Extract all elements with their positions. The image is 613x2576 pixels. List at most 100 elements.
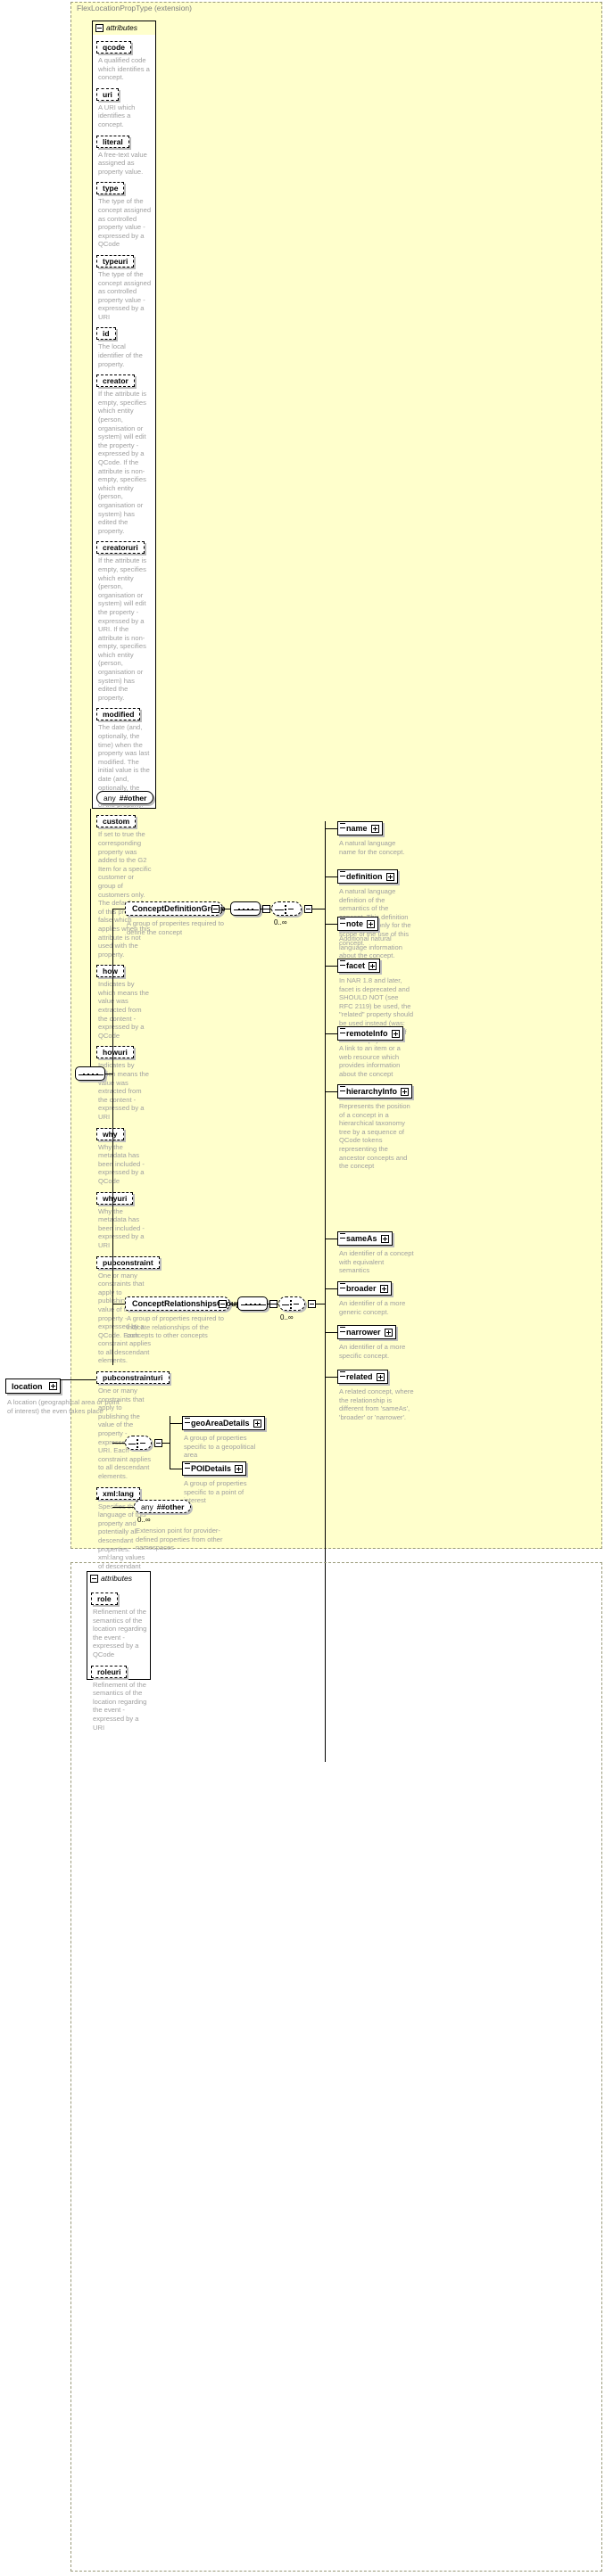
attributes-tab-label: attributes <box>106 23 137 32</box>
element-description-narrower: An identifier of a more specific concept… <box>339 1343 406 1360</box>
attribute-typeuri[interactable]: typeuri <box>96 254 135 267</box>
attribute-description-creator: If the attribute is empty, specifies whi… <box>98 390 147 535</box>
attribute-label: how <box>103 967 118 976</box>
element-label: POIDetails <box>191 1464 232 1473</box>
attribute-modified[interactable]: modified <box>96 708 141 721</box>
attribute-id[interactable]: id <box>96 327 116 341</box>
expand-icon[interactable] <box>385 872 394 881</box>
element-remoteInfo[interactable]: remoteInfo <box>337 1026 403 1041</box>
sequence-compositor-main[interactable] <box>75 1066 105 1081</box>
connector-note <box>325 924 337 925</box>
attribute-uri[interactable]: uri <box>96 87 119 101</box>
element-label: sameAs <box>346 1234 377 1243</box>
expand-icon[interactable] <box>380 1234 389 1243</box>
element-geoAreaDetails[interactable]: geoAreaDetails <box>182 1416 265 1430</box>
element-note[interactable]: note <box>337 917 378 931</box>
connector-broader <box>325 1288 337 1289</box>
element-location-label: location <box>12 1381 43 1391</box>
details-choice-minus-icon[interactable] <box>154 1439 162 1447</box>
expand-icon[interactable] <box>369 961 377 970</box>
connector-main-in <box>132 1379 133 1380</box>
element-definition[interactable]: definition <box>337 869 398 884</box>
collapse-icon[interactable] <box>49 1382 57 1390</box>
bottom-attribute-roleuri[interactable]: roleuri <box>91 1665 128 1678</box>
attribute-description-creatoruri: If the attribute is empty, specifies whi… <box>98 556 147 702</box>
expand-icon[interactable] <box>391 1029 400 1038</box>
expand-icon[interactable] <box>253 1419 261 1428</box>
attribute-pubconstraint[interactable]: pubconstraint <box>96 1255 160 1269</box>
attribute-description-type: The type of the concept assigned as cont… <box>98 197 152 249</box>
element-sameAs[interactable]: sameAs <box>337 1231 393 1246</box>
any-namespace: ##other <box>119 793 147 802</box>
attribute-description-literal: A free-text value assigned as property v… <box>98 150 147 176</box>
element-description-sameAs: An identifier of a concept with equivale… <box>339 1249 414 1275</box>
cdg-choice-minus-icon[interactable] <box>304 905 312 913</box>
attribute-creator[interactable]: creator <box>96 374 135 388</box>
connector-related <box>325 1377 337 1378</box>
connector-facet <box>325 966 337 967</box>
element-description-POIDetails: A group of properties specific to a poin… <box>184 1479 247 1505</box>
element-facet[interactable]: facet <box>337 959 381 973</box>
element-label: narrower <box>346 1328 381 1337</box>
attribute-label: pubconstrainturi <box>103 1373 163 1383</box>
attribute-label: uri <box>103 89 112 99</box>
element-location[interactable]: location <box>5 1379 61 1394</box>
attribute-label: literal <box>103 136 123 146</box>
connector-any <box>112 1507 134 1508</box>
sequence-compositor-cdg[interactable] <box>230 901 261 916</box>
element-related[interactable]: related <box>337 1370 388 1384</box>
attribute-description-whyuri: Why the metadata has been included - exp… <box>98 1206 145 1249</box>
expand-icon[interactable] <box>370 824 379 833</box>
branch-spine <box>112 909 113 1365</box>
attribute-custom[interactable]: custom <box>96 815 137 828</box>
group-concept-definition[interactable]: ConceptDefinitionGroup <box>125 901 226 916</box>
group-concept-relationships[interactable]: ConceptRelationshipsGroup <box>125 1296 241 1311</box>
collapse-icon[interactable] <box>219 1300 227 1308</box>
choice-compositor-details[interactable] <box>125 1436 152 1450</box>
attribute-pubconstrainturi[interactable]: pubconstrainturi <box>96 1371 170 1385</box>
choice-compositor-crg[interactable] <box>278 1296 305 1311</box>
element-POIDetails[interactable]: POIDetails <box>182 1461 247 1476</box>
schema-diagram-canvas: FlexLocationPropType (extension) locatio… <box>0 0 613 2576</box>
content-any-node[interactable]: any ##other <box>134 1500 192 1513</box>
attribute-label: creatoruri <box>103 543 138 553</box>
bottom-attribute-role[interactable]: role <box>91 1593 118 1605</box>
choice-compositor-cdg[interactable] <box>271 901 302 916</box>
minus-icon[interactable] <box>90 1574 98 1583</box>
attributes-any-node[interactable]: any ##other <box>96 791 154 804</box>
attribute-type[interactable]: type <box>96 182 125 195</box>
minus-icon[interactable] <box>95 23 104 32</box>
element-hierarchyInfo[interactable]: hierarchyInfo <box>337 1084 413 1099</box>
attribute-description-qcode: A qualified code which identifies a conc… <box>98 56 150 82</box>
element-description-broader: An identifier of a more generic concept. <box>339 1299 406 1316</box>
expand-icon[interactable] <box>384 1328 393 1337</box>
expand-icon[interactable] <box>235 1464 244 1473</box>
element-broader[interactable]: broader <box>337 1281 392 1296</box>
expand-icon[interactable] <box>379 1284 388 1293</box>
expand-icon[interactable] <box>367 919 375 928</box>
connector-hierarchyInfo <box>325 1091 337 1092</box>
attribute-qcode[interactable]: qcode <box>96 41 132 53</box>
expand-icon[interactable] <box>401 1087 410 1096</box>
attribute-label: typeuri <box>103 256 128 266</box>
collapse-icon[interactable] <box>211 905 220 913</box>
expand-icon[interactable] <box>376 1372 385 1381</box>
attribute-creatoruri[interactable]: creatoruri <box>96 541 145 555</box>
element-label: related <box>346 1372 373 1381</box>
element-name[interactable]: name <box>337 821 383 835</box>
attribute-literal[interactable]: literal <box>96 135 129 148</box>
attribute-label: creator <box>103 376 128 386</box>
attribute-description-how: Indicates by which means the value was e… <box>98 980 149 1040</box>
crg-choice-minus-icon[interactable] <box>308 1300 316 1308</box>
attribute-description-why: Why the metadata has been included - exp… <box>98 1142 145 1185</box>
any-keyword: any <box>104 793 116 802</box>
attribute-howuri[interactable]: howuri <box>96 1046 134 1059</box>
element-narrower[interactable]: narrower <box>337 1325 396 1339</box>
attribute-xml-lang[interactable]: xml:lang <box>95 1486 140 1500</box>
attribute-whyuri[interactable]: whyuri <box>96 1191 134 1205</box>
element-label: name <box>346 824 368 833</box>
bottom-attributes-tab[interactable]: attributes <box>87 1571 151 1584</box>
sequence-compositor-crg[interactable] <box>237 1296 268 1311</box>
attribute-how[interactable]: how <box>96 965 124 978</box>
attribute-why[interactable]: why <box>96 1127 124 1140</box>
